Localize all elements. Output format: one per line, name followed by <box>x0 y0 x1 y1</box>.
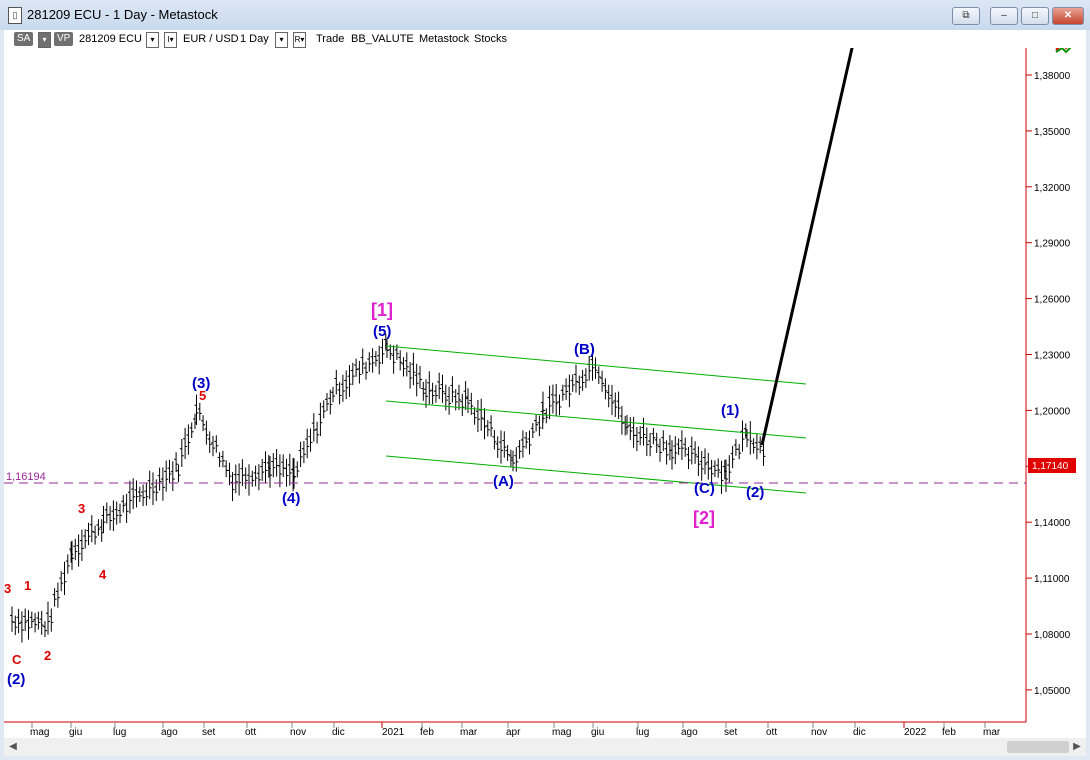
wave-label-blue: (1) <box>721 402 739 419</box>
close-button[interactable]: ✕ <box>1052 7 1084 25</box>
wave-label-blue: (3) <box>192 375 210 392</box>
type-label: Stocks <box>474 33 508 45</box>
x-tick-label: feb <box>942 727 956 738</box>
price-chart[interactable]: 1,38000 1,35000 1,32000 1,29000 1,26000 1,230… <box>4 25 1086 738</box>
wave-label-magenta: [1] <box>371 300 393 320</box>
x-tick-label: mag <box>552 727 571 738</box>
scroll-left-arrow-icon[interactable]: ◀ <box>6 740 20 754</box>
wave-label-red: C <box>12 652 22 667</box>
restore-all-button[interactable]: ⧉ <box>952 7 980 25</box>
x-tick-label: nov <box>290 727 306 738</box>
y-tick-label: 1,26000 <box>1034 295 1071 306</box>
scroll-thumb[interactable] <box>1007 741 1069 753</box>
wave-label-blue: (2) <box>7 671 25 688</box>
x-tick-label: ago <box>161 727 178 738</box>
wave-label-red: 3 <box>78 501 85 516</box>
wave-label-blue: (A) <box>493 473 514 490</box>
x-tick-label: set <box>724 727 738 738</box>
source-label: BB_VALUTE <box>351 33 414 45</box>
x-tick-label: dic <box>853 727 866 738</box>
support-value-label: 1,16194 <box>6 471 46 483</box>
wave-label-red: 2 <box>44 648 51 663</box>
sa-dropdown[interactable]: ▾ <box>38 32 51 48</box>
y-tick-label: 1,14000 <box>1034 518 1071 529</box>
wave-label-magenta: [2] <box>693 508 715 528</box>
wave-label-blue: (2) <box>746 484 764 501</box>
y-tick-label: 1,38000 <box>1034 71 1071 82</box>
x-tick-label: mag <box>30 727 49 738</box>
symbol-label: 281209 ECU <box>79 33 142 45</box>
x-tick-label: apr <box>506 727 521 738</box>
x-tick-label: lug <box>113 727 126 738</box>
horizontal-scrollbar[interactable]: ◀ ▶ <box>4 738 1086 756</box>
period-dropdown[interactable]: ▾ <box>275 32 288 48</box>
trade-label: Trade <box>316 33 345 45</box>
wave-label-red: 1 <box>24 578 31 593</box>
y-tick-label: 1,35000 <box>1034 127 1071 138</box>
wave-label-blue: (B) <box>574 341 595 358</box>
symbol-dropdown[interactable]: ▾ <box>146 32 159 48</box>
x-tick-label: mar <box>460 727 478 738</box>
sa-button[interactable]: SA <box>14 32 34 46</box>
minimize-button[interactable]: – <box>990 7 1018 25</box>
y-tick-label: 1,20000 <box>1034 406 1071 417</box>
x-tick-label: nov <box>811 727 827 738</box>
pair-label: EUR / USD <box>183 33 239 45</box>
provider-label: Metastock <box>419 33 470 45</box>
x-tick-label: giu <box>69 727 82 738</box>
x-tick-label: dic <box>332 727 345 738</box>
r-dropdown[interactable]: R▾ <box>293 32 306 48</box>
scroll-right-arrow-icon[interactable]: ▶ <box>1070 740 1084 754</box>
title-bar: ▯ 281209 ECU - 1 Day - Metastock ⧉ – □ ✕ <box>0 0 1090 30</box>
x-tick-label: ago <box>681 727 698 738</box>
chart-toolbar: SA ▾ VP 281209 ECU ▾ I▾ EUR / USD 1 Day … <box>4 30 1086 48</box>
y-tick-label: 1,08000 <box>1034 630 1071 641</box>
x-tick-label: 2021 <box>382 727 405 738</box>
y-tick-label: 1,32000 <box>1034 183 1071 194</box>
app-icon: ▯ <box>8 7 22 24</box>
x-tick-label: set <box>202 727 216 738</box>
y-tick-label: 1,05000 <box>1034 686 1071 697</box>
vp-button[interactable]: VP <box>54 32 74 46</box>
x-tick-label: giu <box>591 727 604 738</box>
y-tick-label: 1,23000 <box>1034 351 1071 362</box>
y-tick-label: 1,29000 <box>1034 239 1071 250</box>
x-tick-label: lug <box>636 727 649 738</box>
wave-label-blue: (4) <box>282 490 300 507</box>
maximize-button[interactable]: □ <box>1021 7 1049 25</box>
x-tick-label: 2022 <box>904 727 927 738</box>
y-tick-label: 1,11000 <box>1034 574 1070 585</box>
chart-tool-icon[interactable] <box>1055 41 1073 54</box>
chart-svg[interactable]: 1,38000 1,35000 1,32000 1,29000 1,26000 1,230… <box>4 25 1086 738</box>
x-tick-label: ott <box>766 727 777 738</box>
indicator-dropdown[interactable]: I▾ <box>164 32 177 48</box>
wave-label-blue: (C) <box>694 480 715 497</box>
period-label: 1 Day <box>240 33 269 45</box>
wave-label-red: 4 <box>99 567 107 582</box>
wave-label-blue: (5) <box>373 323 391 340</box>
x-tick-label: ott <box>245 727 256 738</box>
x-tick-label: mar <box>983 727 1001 738</box>
last-price-tag: 1,17140 <box>1028 458 1076 473</box>
last-price-label: 1,17140 <box>1032 461 1069 472</box>
window-title: 281209 ECU - 1 Day - Metastock <box>27 7 218 22</box>
wave-label-red: 3 <box>4 581 11 596</box>
x-tick-label: feb <box>420 727 434 738</box>
